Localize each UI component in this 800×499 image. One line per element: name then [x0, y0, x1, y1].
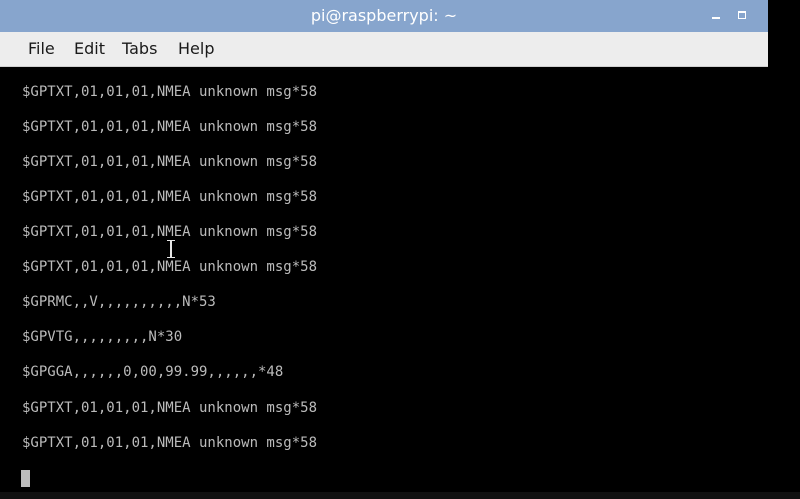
terminal-line: $GPTXT,01,01,01,NMEA unknown msg*58 [22, 259, 318, 275]
menu-edit[interactable]: Edit [74, 39, 105, 58]
terminal-line: $GPVTG,,,,,,,,,N*30 [22, 329, 183, 345]
terminal-line: $GPRMC,,V,,,,,,,,,,N*53 [22, 294, 216, 310]
desktop-background [768, 0, 800, 499]
terminal-line: $GPGGA,,,,,,0,00,99.99,,,,,,*48 [22, 364, 284, 380]
text-cursor-icon [167, 240, 175, 258]
minimize-button[interactable] [707, 6, 725, 24]
terminal-cursor [21, 470, 30, 487]
maximize-button[interactable] [733, 6, 751, 24]
terminal-line: $GPTXT,01,01,01,NMEA unknown msg*58 [22, 84, 318, 100]
menu-bar: File Edit Tabs Help [0, 32, 768, 67]
menu-file[interactable]: File [28, 39, 55, 58]
terminal-window: pi@raspberrypi: ~ File Edit Tabs Help $G… [0, 0, 768, 492]
terminal-line: $GPTXT,01,01,01,NMEA unknown msg*58 [22, 154, 318, 170]
minimize-icon [712, 17, 720, 19]
window-bottom-edge [0, 492, 800, 499]
terminal-line: $GPTXT,01,01,01,NMEA unknown msg*58 [22, 119, 318, 135]
terminal-line: $GPTXT,01,01,01,NMEA unknown msg*58 [22, 224, 318, 240]
menu-help[interactable]: Help [178, 39, 214, 58]
terminal-line: $GPTXT,01,01,01,NMEA unknown msg*58 [22, 400, 318, 416]
terminal-line: $GPTXT,01,01,01,NMEA unknown msg*58 [22, 189, 318, 205]
terminal-line: $GPTXT,01,01,01,NMEA unknown msg*58 [22, 435, 318, 451]
window-title: pi@raspberrypi: ~ [310, 6, 458, 25]
menu-tabs[interactable]: Tabs [122, 39, 157, 58]
maximize-icon [738, 11, 746, 19]
title-bar[interactable]: pi@raspberrypi: ~ [0, 0, 768, 32]
